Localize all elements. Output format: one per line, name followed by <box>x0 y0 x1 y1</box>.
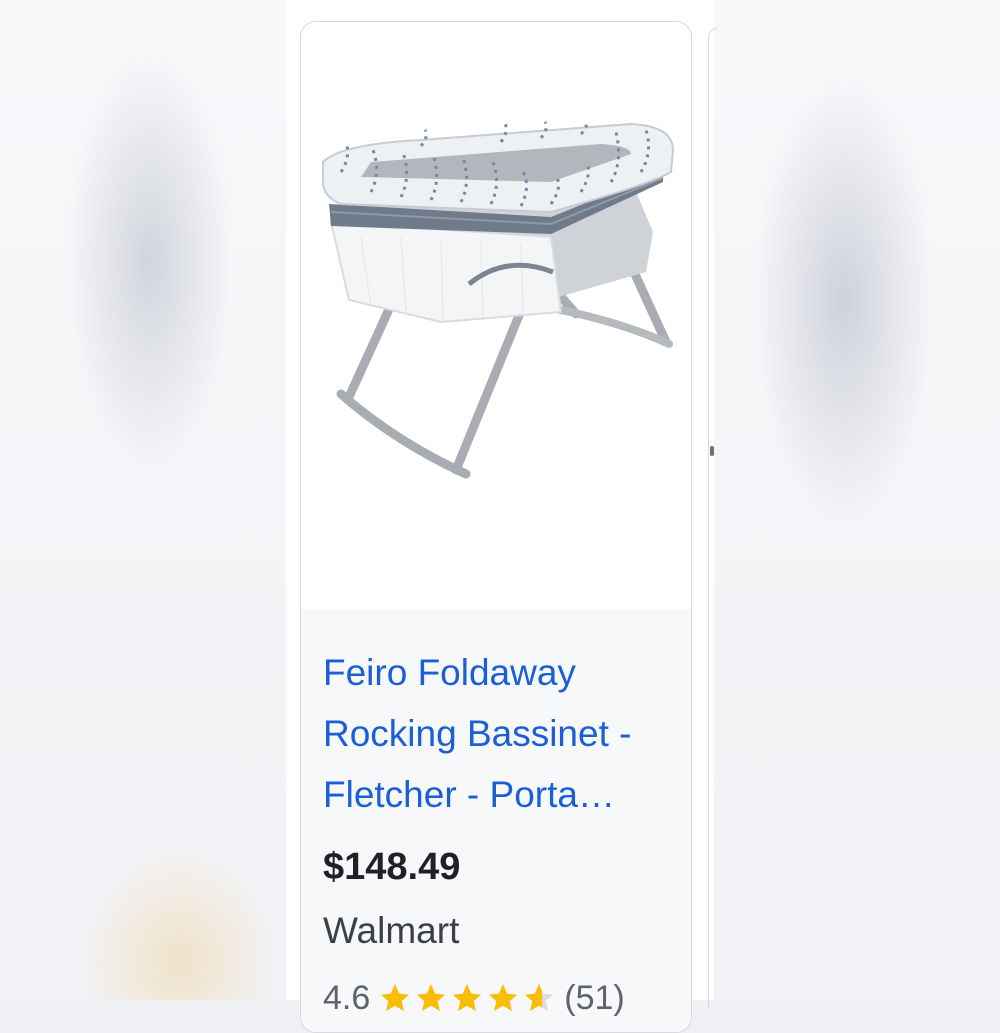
half-star-icon <box>525 983 554 1012</box>
star-icon <box>489 983 518 1012</box>
next-product-card-edge[interactable] <box>708 28 717 1009</box>
star-icon <box>417 983 446 1012</box>
store-name: Walmart <box>323 910 460 951</box>
product-image[interactable] <box>301 22 691 609</box>
scroll-indicator <box>710 446 714 456</box>
star-icon <box>453 983 482 1012</box>
blurred-background-left <box>0 0 286 1000</box>
bassinet-illustration <box>322 119 675 479</box>
star-icon <box>381 983 410 1012</box>
product-title-link[interactable]: Feiro Foldaway Rocking Bassinet - Fletch… <box>323 642 683 825</box>
rating-value: 4.6 <box>323 978 371 1017</box>
product-price: $148.49 <box>323 846 461 888</box>
rating-row: 4.6 (51) <box>323 974 625 1022</box>
review-count[interactable]: (51) <box>564 979 624 1018</box>
product-card[interactable]: Feiro Foldaway Rocking Bassinet - Fletch… <box>300 21 692 1033</box>
star-rating <box>378 981 556 1015</box>
blurred-background-right <box>714 0 1000 1000</box>
